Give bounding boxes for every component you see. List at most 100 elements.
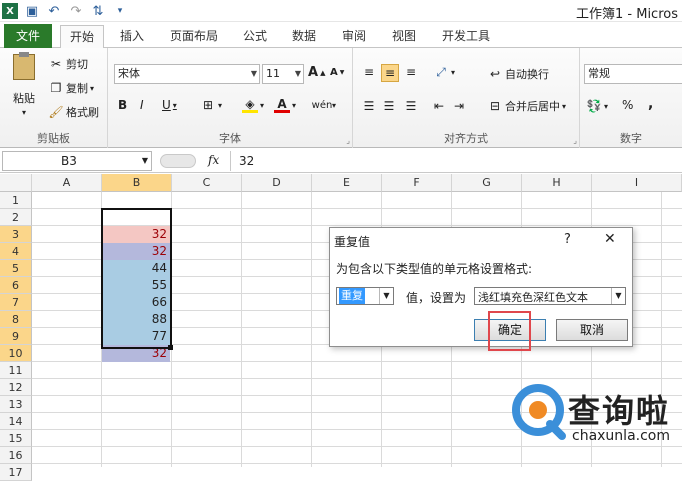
align-center-button[interactable]: ☰ xyxy=(381,98,397,114)
sort-icon[interactable]: ⇅ xyxy=(90,3,106,19)
dialog-launcher-icon[interactable]: ⌟ xyxy=(346,136,350,145)
cancel-label: 取消 xyxy=(579,323,604,337)
bold-button[interactable]: B xyxy=(118,98,127,112)
grow-font-button[interactable]: A ▲ xyxy=(308,65,325,80)
column-header-a[interactable]: A xyxy=(32,174,102,192)
row-header-8[interactable]: 8 xyxy=(0,311,32,328)
row-header-1[interactable]: 1 xyxy=(0,192,32,209)
tab-data[interactable]: 数据 xyxy=(284,25,324,48)
help-button[interactable]: ? xyxy=(564,232,571,247)
name-box[interactable]: B3 ▼ xyxy=(2,151,152,171)
column-header-i[interactable]: I xyxy=(592,174,682,192)
save-icon[interactable]: ▣ xyxy=(24,3,40,19)
select-all-corner[interactable] xyxy=(0,174,32,192)
cell-b8[interactable]: 88 xyxy=(102,311,170,328)
bold-label: B xyxy=(118,98,128,112)
tab-insert[interactable]: 插入 xyxy=(112,25,152,48)
underline-button[interactable]: U ▾ xyxy=(162,98,177,112)
comma-button[interactable]: , xyxy=(648,96,653,112)
row-header-2[interactable]: 2 xyxy=(0,209,32,226)
row-header-9[interactable]: 9 xyxy=(0,328,32,345)
cell-b5[interactable]: 44 xyxy=(102,260,170,277)
row-header-10[interactable]: 10 xyxy=(0,345,32,362)
phonetic-button[interactable]: wén ▾ xyxy=(312,97,336,113)
align-middle-button[interactable]: ≡ xyxy=(381,64,399,82)
row-header-11[interactable]: 11 xyxy=(0,362,32,379)
row-header-5[interactable]: 5 xyxy=(0,260,32,277)
accounting-format-button[interactable]: 💱 ▾ xyxy=(586,98,609,114)
column-header-g[interactable]: G xyxy=(452,174,522,192)
tab-view[interactable]: 视图 xyxy=(384,25,424,48)
cell-b10[interactable]: 32 xyxy=(102,345,170,362)
tab-developer[interactable]: 开发工具 xyxy=(434,25,498,48)
formula-input[interactable]: 32 xyxy=(230,151,682,171)
row-header-14[interactable]: 14 xyxy=(0,413,32,430)
tab-home[interactable]: 开始 xyxy=(60,25,104,50)
column-header-b[interactable]: B xyxy=(102,174,172,192)
align-bottom-button[interactable]: ≡ xyxy=(403,64,419,80)
format-select[interactable]: 浅红填充色深红色文本 ▼ xyxy=(474,287,626,305)
row-header-7[interactable]: 7 xyxy=(0,294,32,311)
cell-b9[interactable]: 77 xyxy=(102,328,170,345)
paste-button[interactable]: 粘贴 ▾ xyxy=(8,52,40,117)
row-header-16[interactable]: 16 xyxy=(0,447,32,464)
merge-center-button[interactable]: ⊟ 合并后居中 ▾ xyxy=(487,98,566,114)
cell-b7[interactable]: 66 xyxy=(102,294,170,311)
row-header-6[interactable]: 6 xyxy=(0,277,32,294)
magnifier-logo-icon xyxy=(512,384,566,440)
row-header-13[interactable]: 13 xyxy=(0,396,32,413)
fill-color-button[interactable]: ◈ ▾ xyxy=(242,97,264,113)
fill-handle[interactable] xyxy=(168,345,173,350)
align-left-button[interactable]: ☰ xyxy=(361,98,377,114)
italic-button[interactable]: I xyxy=(140,98,144,112)
tab-page-layout[interactable]: 页面布局 xyxy=(162,25,226,48)
customize-qat-icon[interactable]: ▾ xyxy=(112,3,128,19)
redo-icon[interactable]: ↷ xyxy=(68,3,84,19)
borders-button[interactable]: ⊞ ▾ xyxy=(200,97,222,113)
wrap-text-button[interactable]: ↩ 自动换行 xyxy=(487,66,549,82)
cell-b6[interactable]: 55 xyxy=(102,277,170,294)
row-header-12[interactable]: 12 xyxy=(0,379,32,396)
decrease-indent-button[interactable]: ⇤ xyxy=(431,98,447,114)
column-header-f[interactable]: F xyxy=(382,174,452,192)
font-size-combo[interactable]: 11 ▼ xyxy=(262,64,304,84)
column-header-c[interactable]: C xyxy=(172,174,242,192)
watermark-brand: 查询啦 xyxy=(568,392,671,430)
tab-review[interactable]: 审阅 xyxy=(334,25,374,48)
chevron-down-icon: ▼ xyxy=(611,288,625,304)
merge-center-label: 合并后居中 xyxy=(505,100,560,113)
tab-file[interactable]: 文件 xyxy=(4,24,52,48)
row-header-4[interactable]: 4 xyxy=(0,243,32,260)
font-name-combo[interactable]: 宋体 ▼ xyxy=(114,64,260,84)
column-header-e[interactable]: E xyxy=(312,174,382,192)
row-header-15[interactable]: 15 xyxy=(0,430,32,447)
column-header-d[interactable]: D xyxy=(242,174,312,192)
align-right-button[interactable]: ☰ xyxy=(403,98,419,114)
shrink-font-button[interactable]: A ▼ xyxy=(330,67,344,78)
group-label-clipboard: 剪贴板 xyxy=(37,132,70,145)
orientation-button[interactable]: ⤢ ▾ xyxy=(433,64,455,80)
undo-icon[interactable]: ↶ xyxy=(46,3,62,19)
formula-splitter[interactable] xyxy=(160,154,196,168)
close-icon[interactable]: ✕ xyxy=(604,231,616,247)
function-icon[interactable]: fx xyxy=(208,153,219,167)
number-format-combo[interactable]: 常规 xyxy=(584,64,682,84)
tab-formulas[interactable]: 公式 xyxy=(236,25,274,48)
percent-button[interactable]: % xyxy=(622,98,633,112)
cell-b4[interactable]: 32 xyxy=(102,243,170,260)
copy-button[interactable]: ❐ 复制 ▾ xyxy=(48,80,94,96)
arrow-up-icon: ▲ xyxy=(320,68,326,77)
cut-button[interactable]: ✂ 剪切 xyxy=(48,56,88,72)
format-painter-button[interactable]: 🖌 格式刷 xyxy=(48,104,99,120)
align-top-button[interactable]: ≡ xyxy=(361,64,377,80)
increase-indent-button[interactable]: ⇥ xyxy=(451,98,467,114)
font-color-button[interactable]: A ▾ xyxy=(274,97,296,113)
ribbon-tabs: 文件 开始 插入 页面布局 公式 数据 审阅 视图 开发工具 xyxy=(0,22,682,50)
row-header-3[interactable]: 3 xyxy=(0,226,32,243)
column-header-h[interactable]: H xyxy=(522,174,592,192)
cancel-button[interactable]: 取消 xyxy=(556,319,628,341)
dialog-launcher-icon[interactable]: ⌟ xyxy=(573,136,577,145)
watermark-url: chaxunla.com xyxy=(572,428,670,444)
cell-b3[interactable]: 32 xyxy=(102,226,170,243)
value-type-select[interactable]: 重复 ▼ xyxy=(336,287,394,305)
